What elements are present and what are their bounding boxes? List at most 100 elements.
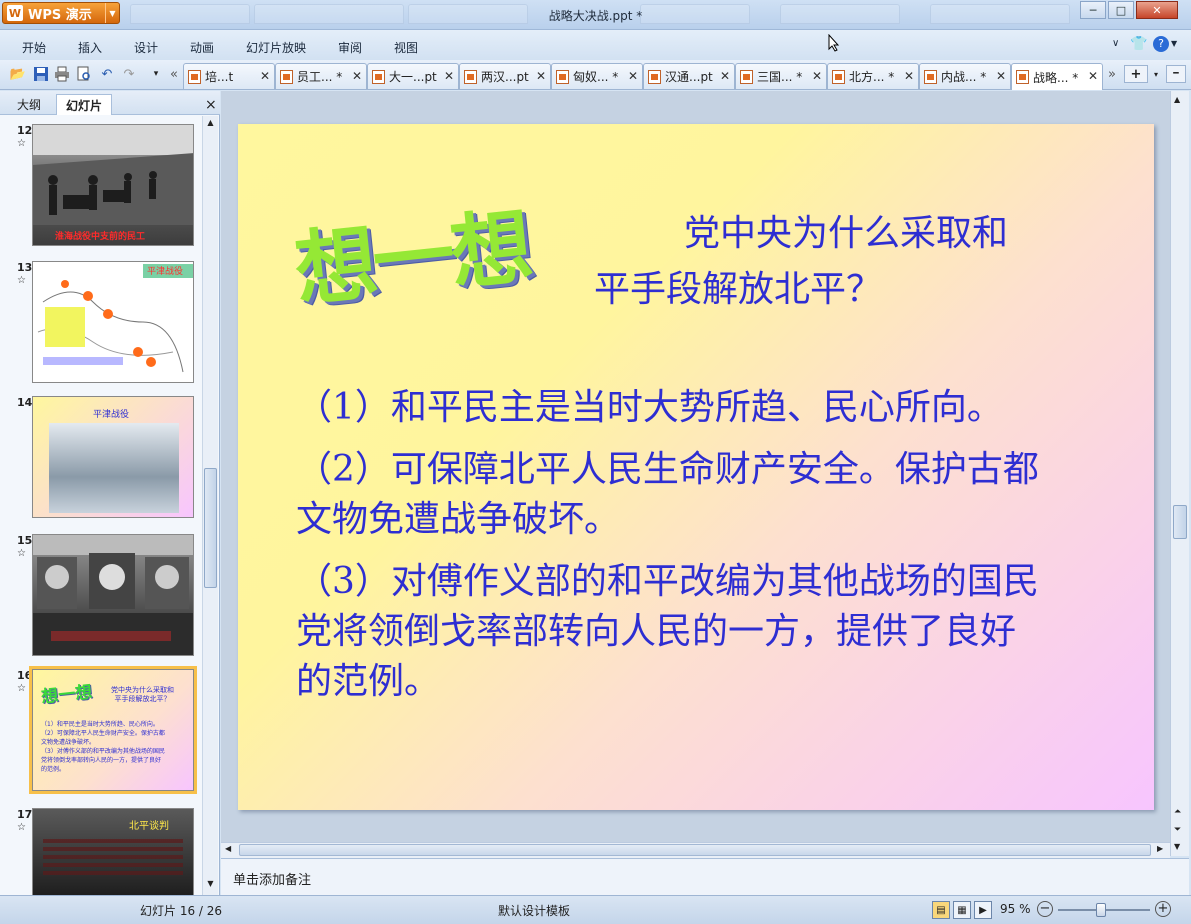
ppt-file-icon xyxy=(556,69,569,84)
new-tab-button[interactable]: + xyxy=(1124,65,1148,83)
close-tab-icon[interactable]: ✕ xyxy=(352,69,362,83)
menu-slideshow[interactable]: 幻灯片放映 xyxy=(246,39,306,56)
point-3-line-2[interactable]: 党将领倒戈率部转向人民的一方，提供了良好 xyxy=(296,606,1016,658)
normal-view-icon[interactable]: ▤ xyxy=(932,901,950,919)
scroll-left-icon[interactable]: ◀ xyxy=(225,844,231,853)
close-tab-icon[interactable]: ✕ xyxy=(1088,69,1098,83)
point-3-line-1[interactable]: （3）对傅作义部的和平改编为其他战场的国民 xyxy=(296,556,1039,608)
scroll-up-icon[interactable]: ▲ xyxy=(1174,95,1180,104)
doc-tab-active[interactable]: 战略... * ✕ xyxy=(1011,63,1103,90)
horizontal-scrollbar[interactable]: ◀ ▶ xyxy=(221,842,1170,858)
slide-number: 13 xyxy=(17,261,33,274)
star-icon: ☆ xyxy=(17,822,26,833)
scroll-down-icon[interactable]: ▼ xyxy=(204,879,217,888)
scroll-thumb[interactable] xyxy=(239,844,1151,856)
slide-counter: 幻灯片 16 / 26 xyxy=(140,904,223,918)
zoom-level[interactable]: 95 % xyxy=(1000,902,1031,916)
question-line-2[interactable]: 平手段解放北平？ xyxy=(594,264,882,316)
tabs-right-icon[interactable]: » xyxy=(1103,65,1121,83)
minimize-button[interactable]: ─ xyxy=(1080,1,1106,19)
thumbnail-item[interactable]: 17 ☆ 北平谈判 xyxy=(0,808,202,895)
point-2-line-2[interactable]: 文物免遭战争破坏。 xyxy=(296,494,620,546)
doc-tab[interactable]: 两汉...pt ✕ xyxy=(459,63,551,89)
thumbnail-caption: 想一想 xyxy=(40,682,94,708)
scroll-thumb[interactable] xyxy=(204,468,217,588)
doc-tab[interactable]: 北方... * ✕ xyxy=(827,63,919,89)
thumbnail-item[interactable]: 15 ☆ xyxy=(0,534,202,658)
menu-home[interactable]: 开始 xyxy=(22,39,46,56)
menu-insert[interactable]: 插入 xyxy=(78,39,102,56)
doc-tab[interactable]: 培...t ✕ xyxy=(183,63,275,89)
menu-view[interactable]: 视图 xyxy=(394,39,418,56)
close-button[interactable]: ✕ xyxy=(1136,1,1178,19)
doc-tab[interactable]: 匈奴... * ✕ xyxy=(551,63,643,89)
question-line-1[interactable]: 党中央为什么采取和 xyxy=(684,208,1008,260)
customize-icon[interactable]: ▾ xyxy=(147,65,165,83)
redo-icon[interactable]: ↷ xyxy=(120,65,138,83)
chevron-down-icon[interactable]: ▼ xyxy=(1171,39,1177,48)
skin-icon[interactable]: 👕 xyxy=(1130,36,1147,52)
slide-thumbnail[interactable]: 平津战役 xyxy=(32,396,194,518)
design-template[interactable]: 默认设计模板 xyxy=(498,902,570,919)
help-icon[interactable]: ? xyxy=(1153,36,1169,52)
scroll-right-icon[interactable]: ▶ xyxy=(1157,844,1163,853)
close-tab-icon[interactable]: ✕ xyxy=(904,69,914,83)
close-tab-icon[interactable]: ✕ xyxy=(260,69,270,83)
zoom-in-button[interactable]: + xyxy=(1155,901,1171,917)
slide-thumbnail[interactable]: 淮海战役中支前的民工 xyxy=(32,124,194,246)
close-tab-icon[interactable]: ✕ xyxy=(444,69,454,83)
close-tab-icon[interactable]: ✕ xyxy=(996,69,1006,83)
doc-tab[interactable]: 内战... * ✕ xyxy=(919,63,1011,89)
save-icon[interactable] xyxy=(32,65,50,83)
next-slide-icon[interactable]: ⏷ xyxy=(1174,825,1181,835)
slideshow-icon[interactable]: ▶ xyxy=(974,901,992,919)
menu-animation[interactable]: 动画 xyxy=(190,39,214,56)
tabs-left-icon[interactable]: « xyxy=(165,65,183,83)
slide-sorter-icon[interactable]: ▦ xyxy=(953,901,971,919)
maximize-button[interactable]: □ xyxy=(1108,1,1134,19)
tab-outline[interactable]: 大纲 xyxy=(8,94,50,115)
tab-list-button[interactable]: ━ xyxy=(1166,65,1186,83)
slide-thumbnail[interactable] xyxy=(32,534,194,656)
doc-tab[interactable]: 汉通...pt ✕ xyxy=(643,63,735,89)
point-3-line-3[interactable]: 的范例。 xyxy=(296,656,440,708)
doc-tab[interactable]: 三国... * ✕ xyxy=(735,63,827,89)
close-tab-icon[interactable]: ✕ xyxy=(628,69,638,83)
vertical-scrollbar[interactable]: ▲ ⏶ ⏷ ▼ xyxy=(1170,91,1189,856)
zoom-out-button[interactable]: − xyxy=(1037,901,1053,917)
point-1[interactable]: （1）和平民主是当时大势所趋、民心所向。 xyxy=(296,382,1003,434)
prev-slide-icon[interactable]: ⏶ xyxy=(1174,807,1181,817)
close-tab-icon[interactable]: ✕ xyxy=(720,69,730,83)
menu-design[interactable]: 设计 xyxy=(134,39,158,56)
point-2-line-1[interactable]: （2）可保障北平人民生命财产安全。保护古都 xyxy=(296,444,1039,496)
scroll-down-icon[interactable]: ▼ xyxy=(1174,842,1180,851)
thumbnail-scrollbar[interactable]: ▲ ▼ xyxy=(202,116,218,895)
slide-thumbnail[interactable]: 北平谈判 xyxy=(32,808,194,895)
tab-slides[interactable]: 幻灯片 xyxy=(56,94,113,115)
zoom-slider-handle[interactable] xyxy=(1096,903,1106,917)
slide-title-art[interactable]: 想一想 xyxy=(288,180,533,323)
mouse-cursor-icon xyxy=(828,34,840,52)
close-tab-icon[interactable]: ✕ xyxy=(536,69,546,83)
scroll-thumb[interactable] xyxy=(1173,505,1187,539)
chevron-down-icon[interactable]: ▾ xyxy=(1147,65,1165,83)
undo-icon[interactable]: ↶ xyxy=(98,65,116,83)
thumbnail-item[interactable]: 14 平津战役 xyxy=(0,396,202,520)
print-icon[interactable] xyxy=(53,65,71,83)
open-icon[interactable]: 📂 xyxy=(9,65,27,83)
scroll-up-icon[interactable]: ▲ xyxy=(204,118,217,127)
notes-pane[interactable]: 单击添加备注 xyxy=(221,858,1189,895)
slide-thumbnail[interactable]: 想一想 党中央为什么采取和 平手段解放北平？ （1）和平民主是当时大势所趋、民心所… xyxy=(29,666,197,794)
print-preview-icon[interactable] xyxy=(75,65,93,83)
thumbnail-item-selected[interactable]: 16 ☆ 想一想 党中央为什么采取和 平手段解放北平？ （1）和平民主是当时大势所… xyxy=(0,666,202,794)
slide-thumbnail[interactable]: 平津战役 xyxy=(32,261,194,383)
menu-review[interactable]: 审阅 xyxy=(338,39,362,56)
doc-tab[interactable]: 大一...pt ✕ xyxy=(367,63,459,89)
slides-pane: 大纲 幻灯片 × 12 ☆ 淮海战役中支前的民工 13 ☆ 平津战役 14 平津… xyxy=(0,91,220,895)
thumbnail-item[interactable]: 12 ☆ 淮海战役中支前的民工 xyxy=(0,124,202,248)
notes-placeholder[interactable]: 单击添加备注 xyxy=(233,869,311,888)
chevron-down-icon[interactable]: ∨ xyxy=(1112,38,1119,49)
close-tab-icon[interactable]: ✕ xyxy=(812,69,822,83)
doc-tab[interactable]: 员工... * ✕ xyxy=(275,63,367,89)
thumbnail-item[interactable]: 13 ☆ 平津战役 xyxy=(0,261,202,385)
